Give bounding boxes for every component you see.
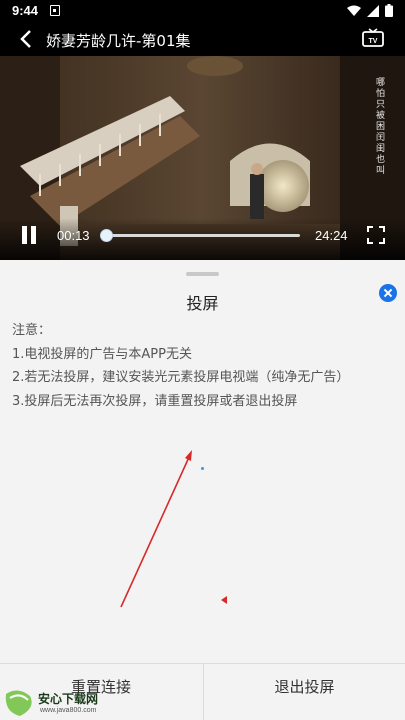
- pause-button[interactable]: [20, 226, 38, 244]
- notification-icon: [50, 5, 60, 16]
- progress-bar[interactable]: [103, 234, 300, 237]
- notice-item: 3.投屏后无法再次投屏，请重置投屏或者退出投屏: [12, 393, 298, 409]
- back-arrow-icon[interactable]: [16, 28, 36, 50]
- battery-icon: [385, 4, 393, 17]
- signal-icon: [367, 4, 379, 17]
- sheet-handle[interactable]: [186, 272, 219, 276]
- video-caption: 哪怕只被困闰闺也叫: [376, 78, 386, 176]
- title-bar: 娇妻芳龄几许-第01集 TV: [0, 22, 405, 56]
- status-icons: [347, 4, 393, 17]
- fullscreen-icon[interactable]: [367, 226, 385, 244]
- cast-sheet: 投屏 注意： 1.电视投屏的广告与本APP无关 2.若无法投屏，建议安装光元素投…: [0, 260, 405, 720]
- exit-cast-button[interactable]: 退出投屏: [203, 664, 405, 720]
- notice-block: 注意： 1.电视投屏的广告与本APP无关 2.若无法投屏，建议安装光元素投屏电视…: [12, 319, 349, 413]
- sheet-title: 投屏: [186, 294, 219, 313]
- svg-text:TV: TV: [369, 38, 378, 45]
- watermark-text: 安心下载网: [38, 692, 99, 706]
- video-title: 娇妻芳龄几许-第01集: [46, 32, 191, 50]
- notice-item: 1.电视投屏的广告与本APP无关: [12, 346, 192, 362]
- watermark-url: www.java800.com: [40, 707, 97, 714]
- seek-handle[interactable]: [100, 229, 113, 242]
- notice-heading: 注意：: [12, 323, 52, 338]
- status-time: 9:44: [12, 3, 39, 18]
- current-time: 00:13: [57, 228, 90, 243]
- tv-cast-icon[interactable]: TV: [361, 28, 385, 50]
- wifi-icon: [347, 5, 361, 16]
- total-time: 24:24: [315, 228, 348, 243]
- tap-indicator: [201, 467, 204, 470]
- notice-item: 2.若无法投屏，建议安装光元素投屏电视端（纯净无广告）: [12, 370, 350, 385]
- status-bar: 9:44: [0, 0, 405, 22]
- close-icon[interactable]: [379, 284, 397, 302]
